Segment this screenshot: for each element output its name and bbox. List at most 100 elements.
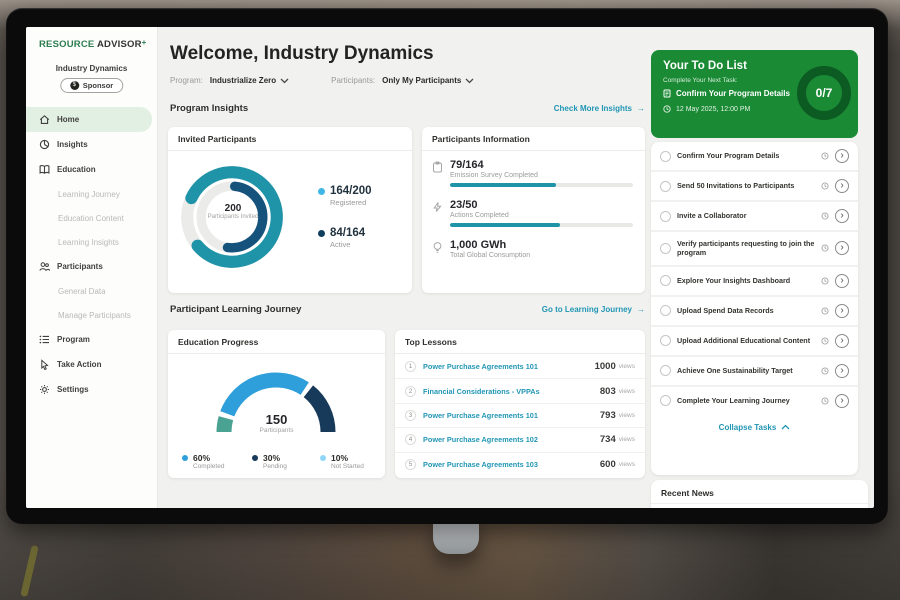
todo-summary-card: Your To Do List Complete Your Next Task:…: [651, 50, 858, 138]
sidebar-item-learning-journey[interactable]: Learning Journey: [26, 182, 157, 206]
clock-icon: [663, 105, 671, 113]
todo-task-list: Confirm Your Program Details › Send 50 I…: [651, 142, 858, 475]
sidebar-item-settings[interactable]: Settings: [26, 377, 157, 402]
top-lessons-card: Top Lessons 1 Power Purchase Agreements …: [395, 330, 645, 478]
sidebar-item-take-action[interactable]: Take Action: [26, 352, 157, 377]
task-checkbox[interactable]: [660, 365, 671, 376]
bulb-icon: [432, 241, 443, 254]
lesson-row: 2 Financial Considerations - VPPAs 803 v…: [395, 378, 645, 402]
program-filter-select[interactable]: Industrialize Zero: [210, 76, 289, 85]
todo-progress-ring: 0/7: [797, 66, 851, 120]
task-open-button[interactable]: ›: [835, 149, 849, 163]
task-open-button[interactable]: ›: [835, 241, 849, 255]
sidebar-item-learning-insights[interactable]: Learning Insights: [26, 230, 157, 254]
legend-completed: 60% Completed: [182, 453, 224, 470]
lesson-link[interactable]: Power Purchase Agreements 103: [423, 460, 600, 469]
clock-icon: [821, 397, 829, 405]
legend-label: Pending: [263, 463, 287, 470]
lesson-views: 734: [600, 434, 616, 445]
sidebar-item-label: Program: [57, 335, 90, 344]
task-checkbox[interactable]: [660, 395, 671, 406]
participants-icon: [39, 261, 50, 272]
settings-icon: [39, 384, 50, 395]
sidebar-item-manage-participants[interactable]: Manage Participants: [26, 303, 157, 327]
program-icon: [39, 334, 50, 345]
monitor-scene: RESOURCE ADVISOR+ Industry Dynamics $ Sp…: [0, 0, 900, 600]
arrow-right-icon: →: [637, 104, 645, 113]
lesson-link[interactable]: Power Purchase Agreements 101: [423, 362, 595, 371]
task-checkbox[interactable]: [660, 243, 671, 254]
task-checkbox[interactable]: [660, 211, 671, 222]
lesson-link[interactable]: Power Purchase Agreements 102: [423, 435, 600, 444]
todo-title: Your To Do List: [663, 60, 747, 72]
card-title: Invited Participants: [168, 127, 412, 151]
check-more-insights-link[interactable]: Check More Insights →: [554, 104, 645, 113]
task-label: Complete Your Learning Journey: [677, 396, 815, 405]
card-title: Education Progress: [168, 330, 385, 354]
task-label: Invite a Collaborator: [677, 211, 815, 220]
task-open-button[interactable]: ›: [835, 334, 849, 348]
task-open-button[interactable]: ›: [835, 209, 849, 223]
lesson-rank: 5: [405, 459, 416, 470]
legend-label: Not Started: [331, 463, 364, 470]
task-checkbox[interactable]: [660, 275, 671, 286]
sidebar-item-participants[interactable]: Participants: [26, 254, 157, 279]
lesson-link[interactable]: Power Purchase Agreements 101: [423, 411, 600, 420]
chevron-up-icon: [781, 424, 790, 430]
collapse-tasks-link[interactable]: Collapse Tasks: [651, 415, 858, 438]
task-checkbox[interactable]: [660, 335, 671, 346]
filter-bar: Program: Industrialize Zero Participants…: [170, 76, 474, 85]
collapse-tasks-label: Collapse Tasks: [719, 423, 777, 432]
task-checkbox[interactable]: [660, 151, 671, 162]
task-open-button[interactable]: ›: [835, 304, 849, 318]
task-checkbox[interactable]: [660, 305, 671, 316]
participants-filter-select[interactable]: Only My Participants: [382, 76, 474, 85]
task-label: Upload Additional Educational Content: [677, 336, 815, 345]
learning-journey-header: Participant Learning Journey Go to Learn…: [170, 304, 645, 315]
task-row: Achieve One Sustainability Target ›: [651, 357, 858, 387]
education-progress-card: Education Progress 150 Participants 60% …: [168, 330, 385, 478]
sidebar-item-label: Insights: [57, 140, 88, 149]
chevron-down-icon: [280, 78, 289, 84]
go-to-learning-journey-link[interactable]: Go to Learning Journey →: [542, 305, 645, 314]
sponsor-badge: $ Sponsor: [60, 78, 123, 93]
lesson-link[interactable]: Financial Considerations - VPPAs: [423, 387, 600, 396]
task-row: Upload Additional Educational Content ›: [651, 327, 858, 357]
clipboard-icon: [432, 161, 443, 173]
sidebar-item-insights[interactable]: Insights: [26, 132, 157, 157]
legend-active: 84/164 Active: [318, 227, 365, 249]
lesson-views: 600: [600, 459, 616, 470]
app-logo: RESOURCE ADVISOR+: [39, 38, 147, 50]
lesson-row: 4 Power Purchase Agreements 102 734 view…: [395, 427, 645, 451]
progress-bar: [450, 223, 633, 227]
sidebar-item-home[interactable]: Home: [26, 107, 152, 132]
lesson-rank: 4: [405, 434, 416, 445]
task-open-button[interactable]: ›: [835, 274, 849, 288]
task-open-button[interactable]: ›: [835, 394, 849, 408]
lesson-row: 5 Power Purchase Agreements 103 600 view…: [395, 452, 645, 476]
recent-news-card: Recent News: [651, 480, 868, 508]
sidebar-item-label: Settings: [57, 385, 89, 394]
legend-label: Active: [330, 240, 365, 249]
task-open-button[interactable]: ›: [835, 179, 849, 193]
task-checkbox[interactable]: [660, 181, 671, 192]
clock-icon: [821, 152, 829, 160]
stat-label: Actions Completed: [450, 212, 633, 219]
donut-center: 200 Participants Invited: [203, 203, 263, 222]
sidebar-item-education[interactable]: Education: [26, 157, 157, 182]
task-row: Complete Your Learning Journey ›: [651, 387, 858, 415]
legend-dot: [320, 455, 326, 461]
task-row: Invite a Collaborator ›: [651, 202, 858, 232]
task-row: Upload Spend Data Records ›: [651, 297, 858, 327]
org-name: Industry Dynamics: [26, 64, 157, 73]
lesson-views-suffix: views: [619, 412, 635, 419]
sidebar-item-education-content[interactable]: Education Content: [26, 206, 157, 230]
legend-label: Completed: [193, 463, 224, 470]
sidebar-item-general-data[interactable]: General Data: [26, 279, 157, 303]
sidebar-item-program[interactable]: Program: [26, 327, 157, 352]
participants-filter-value: Only My Participants: [382, 76, 461, 85]
stat-global-consumption: 1,000 GWh Total Global Consumption: [432, 239, 633, 259]
task-open-button[interactable]: ›: [835, 364, 849, 378]
lesson-views: 803: [600, 386, 616, 397]
sidebar-item-label: Education: [57, 165, 96, 174]
